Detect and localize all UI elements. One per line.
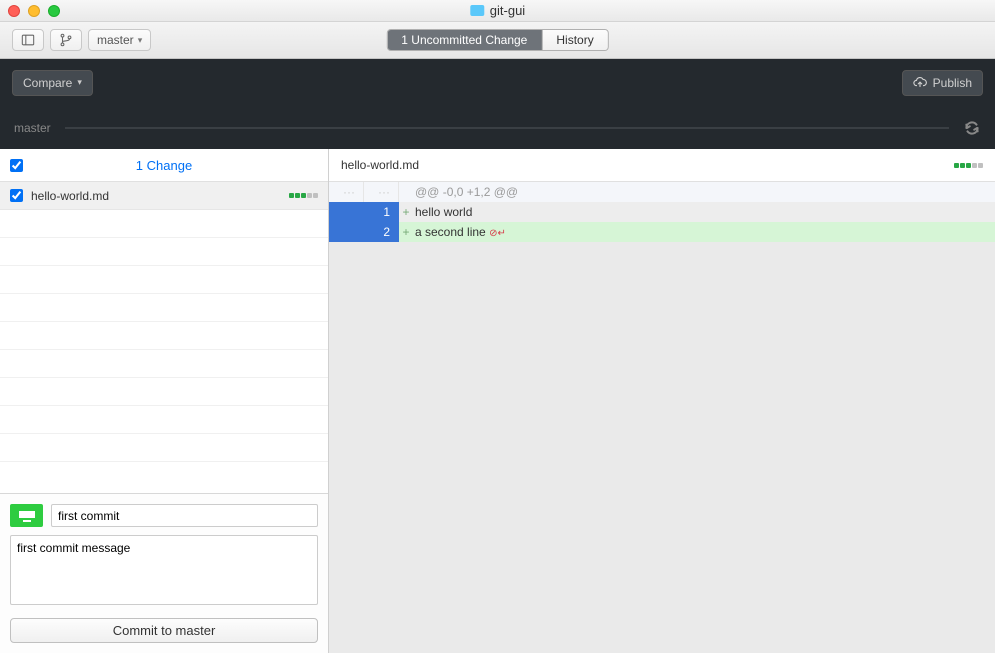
changed-files-list: hello-world.md bbox=[0, 182, 328, 493]
branch-button[interactable] bbox=[50, 29, 82, 51]
timeline-branch-label: master bbox=[14, 121, 51, 135]
publish-button[interactable]: Publish bbox=[902, 70, 983, 96]
author-avatar bbox=[10, 504, 43, 527]
timeline-track bbox=[65, 127, 949, 129]
commit-button[interactable]: Commit to master bbox=[10, 618, 318, 643]
diff-body[interactable]: ··· ··· @@ -0,0 +1,2 @@ 1+hello world2+a… bbox=[329, 182, 995, 653]
no-newline-icon: ⊘↵ bbox=[489, 228, 506, 239]
cloud-upload-icon bbox=[913, 76, 927, 90]
diff-status-indicator bbox=[954, 163, 983, 168]
main-toolbar: master ▾ 1 Uncommitted Change History bbox=[0, 22, 995, 59]
diff-hunk-header: ··· ··· @@ -0,0 +1,2 @@ bbox=[329, 182, 995, 202]
diff-pane: hello-world.md ··· ··· @@ -0,0 +1,2 @@ 1… bbox=[329, 149, 995, 653]
compare-button[interactable]: Compare ▾ bbox=[12, 70, 93, 96]
commit-description-input[interactable] bbox=[10, 535, 318, 605]
changes-header: 1 Change bbox=[0, 149, 328, 182]
tab-changes[interactable]: 1 Uncommitted Change bbox=[387, 30, 542, 50]
maximize-window-button[interactable] bbox=[48, 5, 60, 17]
chevron-down-icon: ▾ bbox=[138, 35, 143, 46]
window-title: git-gui bbox=[490, 3, 525, 18]
window-titlebar: git-gui bbox=[0, 0, 995, 22]
diff-line[interactable]: 1+hello world bbox=[329, 202, 995, 222]
diff-line[interactable]: 2+a second line ⊘↵ bbox=[329, 222, 995, 242]
close-window-button[interactable] bbox=[8, 5, 20, 17]
commit-summary-input[interactable] bbox=[51, 504, 318, 527]
sidebar-icon bbox=[21, 33, 35, 47]
changes-sidebar: 1 Change hello-world.md Commit to bbox=[0, 149, 329, 653]
branch-selector[interactable]: master ▾ bbox=[88, 29, 151, 51]
publish-label: Publish bbox=[933, 76, 972, 90]
commit-form: Commit to master bbox=[0, 493, 328, 653]
file-checkbox[interactable] bbox=[10, 189, 23, 202]
minimize-window-button[interactable] bbox=[28, 5, 40, 17]
branch-selector-label: master bbox=[97, 33, 134, 47]
file-row[interactable]: hello-world.md bbox=[0, 182, 328, 210]
caret-down-icon: ▾ bbox=[77, 77, 82, 88]
compare-label: Compare bbox=[23, 76, 72, 90]
sidebar-toggle-button[interactable] bbox=[12, 29, 44, 51]
sync-icon[interactable] bbox=[963, 119, 981, 137]
file-status-indicator bbox=[289, 193, 318, 198]
diff-header: hello-world.md bbox=[329, 149, 995, 182]
select-all-checkbox[interactable] bbox=[10, 159, 23, 172]
diff-filename: hello-world.md bbox=[341, 158, 419, 172]
comparison-bar: Compare ▾ Publish master bbox=[0, 59, 995, 149]
tab-history[interactable]: History bbox=[542, 30, 607, 50]
branch-icon bbox=[59, 33, 73, 47]
view-segmented-control: 1 Uncommitted Change History bbox=[386, 29, 608, 51]
folder-icon bbox=[470, 5, 484, 16]
file-name: hello-world.md bbox=[31, 189, 281, 203]
changes-count-title: 1 Change bbox=[136, 158, 192, 173]
